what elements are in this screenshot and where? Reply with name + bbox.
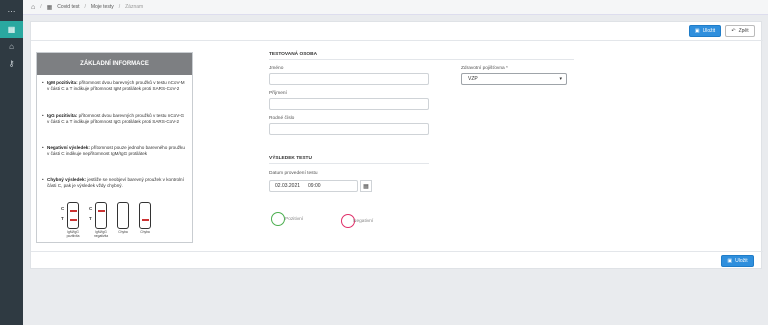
err-label: Chybný výsledek: <box>47 177 87 182</box>
test-kit <box>67 202 79 229</box>
insurance-select[interactable]: VZP ▾ <box>461 73 567 85</box>
save-button-bottom[interactable]: ▣ Uložit <box>721 255 754 267</box>
save-icon: ▣ <box>694 28 700 34</box>
calendar-icon[interactable]: ▦ <box>360 180 372 192</box>
test-kit <box>95 202 107 229</box>
person-section-title: TESTOVANÁ OSOBA <box>269 52 318 57</box>
kit-label: Chyba <box>118 230 128 234</box>
kit-label: IgM/IgG pozitivita <box>66 230 80 238</box>
first-name-label: Jméno <box>269 66 284 71</box>
birth-number-label: Rodné číslo <box>269 116 295 121</box>
last-name-label: Příjmení <box>269 91 287 96</box>
test-date-label: Datum provedení testu <box>269 171 318 176</box>
sidebar: ⋯ ▦ ⌂ ⚷ <box>0 0 23 325</box>
chevron-down-icon: ▾ <box>559 76 562 82</box>
divider <box>31 40 763 41</box>
test-date-field[interactable]: 02.03.2021 09:00 <box>269 180 358 192</box>
positive-label[interactable]: Pozitivní <box>285 217 303 222</box>
last-name-field[interactable] <box>269 98 429 110</box>
save-icon: ▣ <box>727 258 733 264</box>
divider <box>269 163 429 164</box>
t-mark: T <box>89 216 92 221</box>
breadcrumb-separator: / <box>40 4 42 10</box>
test-kit <box>139 202 151 229</box>
breadcrumb-item-my-tests[interactable]: Moje testy <box>91 4 114 10</box>
grid-icon: ▦ <box>46 4 53 11</box>
neg-label: Negativní výsledek: <box>47 145 90 150</box>
test-kit-illustration: C T C T IgM/IgG pozitivita IgM/IgG negat… <box>57 198 167 242</box>
divider <box>269 59 574 60</box>
menu-icon[interactable]: ⋯ <box>0 3 23 20</box>
save-label: Uložit <box>702 28 716 34</box>
c-mark: C <box>89 206 93 211</box>
key-icon[interactable]: ⚷ <box>0 55 23 72</box>
list-item: Chybný výsledek: jestliže se neobjeví ba… <box>42 177 187 190</box>
kit-label: IgM/IgG negativita <box>93 230 109 238</box>
calendar-icon[interactable]: ▦ <box>0 21 23 38</box>
breadcrumb: ⌂ / ▦ Covid test / Moje testy / Záznam <box>23 0 768 15</box>
igm-label: IgM pozitivita: <box>47 80 78 85</box>
birth-number-field[interactable] <box>269 123 429 135</box>
first-name-field[interactable] <box>269 73 429 85</box>
home-icon[interactable]: ⌂ <box>0 38 23 55</box>
date-value: 02.03.2021 <box>275 183 301 189</box>
breadcrumb-separator: / <box>84 4 86 10</box>
list-item: Negativní výsledek: přítomnost pouze jed… <box>42 145 187 158</box>
time-value: 09:00 <box>308 183 321 189</box>
back-button[interactable]: ↶ Zpět <box>725 25 755 37</box>
info-title: ZÁKLADNÍ INFORMACE <box>37 53 192 75</box>
insurance-label: Zdravotní pojišťovna * <box>461 66 508 71</box>
breadcrumb-item-record: Záznam <box>125 4 144 10</box>
home-icon[interactable]: ⌂ <box>31 4 35 11</box>
kit-label: Chyba <box>140 230 150 234</box>
igg-label: IgG pozitivita: <box>47 113 78 118</box>
back-label: Zpět <box>738 28 749 34</box>
save-label: Uložit <box>735 258 748 264</box>
divider <box>31 251 763 252</box>
save-button-top[interactable]: ▣ Uložit <box>689 25 721 37</box>
undo-icon: ↶ <box>731 28 736 34</box>
list-item: IgG pozitivita: přítomnost dvou barevnýc… <box>42 113 187 126</box>
insurance-value: VZP <box>468 76 478 82</box>
t-mark: T <box>61 216 64 221</box>
negative-label[interactable]: Negativní <box>353 219 373 224</box>
c-mark: C <box>61 206 65 211</box>
breadcrumb-item-covid-test[interactable]: Covid test <box>57 4 79 10</box>
result-section-title: VÝSLEDEK TESTU <box>269 156 312 161</box>
record-card: ▣Uložit ↶Zpět ZÁKLADNÍ INFORMACE IgM poz… <box>30 21 763 269</box>
positive-radio[interactable] <box>271 212 285 226</box>
list-item: IgM pozitivita: přítomnost dvou barevnýc… <box>42 80 187 93</box>
breadcrumb-separator: / <box>118 4 121 10</box>
test-kit <box>117 202 129 229</box>
